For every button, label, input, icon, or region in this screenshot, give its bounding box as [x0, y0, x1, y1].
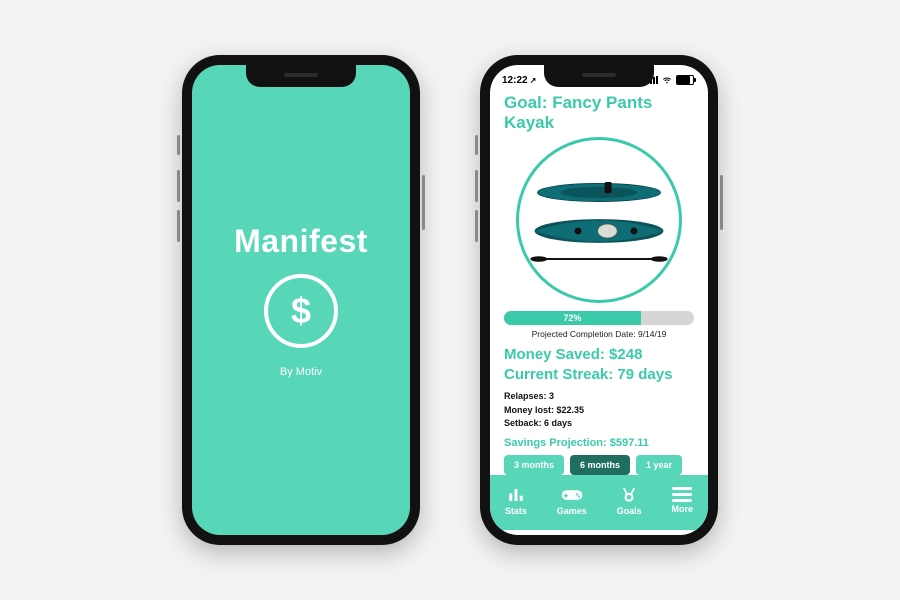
projection-range-segment: 3 months 6 months 1 year [504, 455, 694, 475]
tab-goals[interactable]: Goals [617, 486, 642, 516]
tab-stats[interactable]: Stats [505, 486, 527, 516]
menu-icon [672, 487, 692, 502]
wifi-icon [662, 75, 672, 85]
tab-label: Games [557, 506, 587, 516]
power-button [422, 175, 425, 230]
tab-games[interactable]: Games [557, 486, 587, 516]
status-time: 12:22 [502, 75, 528, 86]
secondary-stats: Relapses: 3 Money lost: $22.35 Setback: … [504, 390, 694, 431]
segment-3-months[interactable]: 3 months [504, 455, 564, 475]
tab-bar: Stats Games [490, 475, 708, 530]
goal-title-prefix: Goal: [504, 93, 547, 112]
volume-down-button [177, 210, 180, 242]
segment-1-year[interactable]: 1 year [636, 455, 682, 475]
tab-label: More [672, 504, 694, 514]
splash-view: Manifest $ By Motiv [192, 65, 410, 535]
savings-projection: Savings Projection: $597.11 [504, 437, 694, 449]
silence-switch [177, 135, 180, 155]
kayak-icon [529, 168, 669, 273]
stat-relapses: Relapses: 3 [504, 390, 694, 404]
screen-detail: 12:22 ↗ Goal: Fancy Pants Kayak [490, 65, 708, 535]
tab-more[interactable]: More [672, 487, 694, 514]
volume-up-button [475, 170, 478, 202]
goal-detail-view: Goal: Fancy Pants Kayak [490, 91, 708, 475]
tab-label: Goals [617, 506, 642, 516]
progress-bar: 72% [504, 311, 694, 325]
dollar-glyph: $ [291, 293, 311, 329]
phone-frame-detail: 12:22 ↗ Goal: Fancy Pants Kayak [480, 55, 718, 545]
notch [544, 65, 654, 87]
segment-6-months[interactable]: 6 months [570, 455, 630, 475]
phone-frame-splash: Manifest $ By Motiv [182, 55, 420, 545]
dollar-circle-icon: $ [264, 274, 338, 348]
screen-splash: Manifest $ By Motiv [192, 65, 410, 535]
location-arrow-icon: ↗ [530, 76, 537, 85]
goal-title: Goal: Fancy Pants Kayak [504, 93, 694, 133]
tab-label: Stats [505, 506, 527, 516]
notch [246, 65, 356, 87]
goal-image-circle [516, 137, 682, 303]
silence-switch [475, 135, 478, 155]
progress-label: 72% [563, 313, 581, 323]
battery-icon [676, 75, 694, 85]
money-saved: Money Saved: $248 [504, 345, 694, 365]
volume-up-button [177, 170, 180, 202]
mockup-stage: Manifest $ By Motiv 12:22 ↗ [0, 0, 900, 600]
app-title: Manifest [234, 223, 368, 260]
medal-icon [618, 486, 640, 504]
stat-money-lost: Money lost: $22.35 [504, 404, 694, 418]
app-subtitle: By Motiv [280, 366, 322, 378]
volume-down-button [475, 210, 478, 242]
power-button [720, 175, 723, 230]
current-streak: Current Streak: 79 days [504, 365, 694, 385]
progress-fill: 72% [504, 311, 641, 325]
stats-icon [505, 486, 527, 504]
gamepad-icon [561, 486, 583, 504]
stat-setback: Setback: 6 days [504, 417, 694, 431]
projected-completion: Projected Completion Date: 9/14/19 [504, 329, 694, 339]
